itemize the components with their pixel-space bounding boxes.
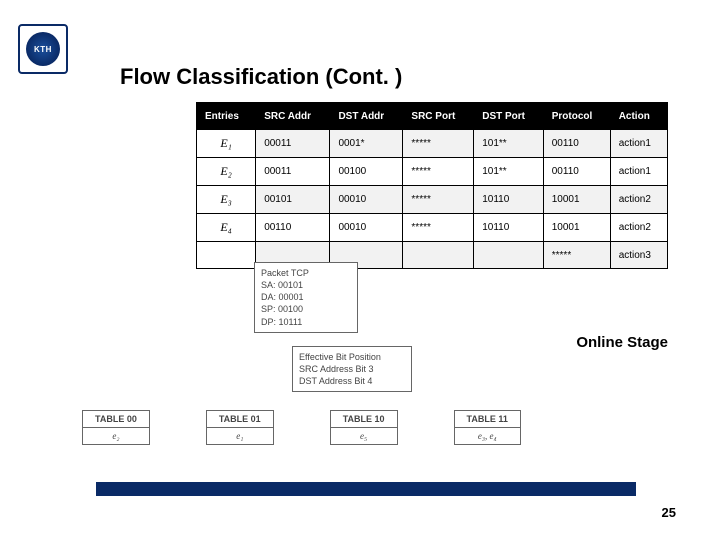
cell-src-port: ***** [403, 186, 474, 214]
mini-table-11: TABLE 11 e₃, e₄ [454, 410, 521, 445]
cell-src-addr: 00101 [256, 186, 330, 214]
col-protocol: Protocol [543, 103, 610, 130]
cell-dst-addr: 00010 [330, 214, 403, 242]
cell-entry: E₁ [197, 130, 256, 158]
cell-dst-port: 101** [474, 130, 544, 158]
cell-src-port: ***** [403, 158, 474, 186]
effective-bit-box: Effective Bit Position SRC Address Bit 3… [292, 346, 412, 392]
cell-src-port [403, 242, 474, 269]
col-src-port: SRC Port [403, 103, 474, 130]
page-number: 25 [662, 505, 676, 520]
cell-dst-addr: 00100 [330, 158, 403, 186]
col-src-addr: SRC Addr [256, 103, 330, 130]
cell-protocol: 00110 [543, 158, 610, 186]
cell-protocol: 10001 [543, 186, 610, 214]
rules-header-row: Entries SRC Addr DST Addr SRC Port DST P… [197, 103, 668, 130]
cell-src-addr: 00011 [256, 130, 330, 158]
mini-table-body: e₃, e₄ [455, 428, 520, 444]
packet-line: SP: 00100 [261, 303, 351, 315]
mini-table-head: TABLE 01 [207, 411, 273, 428]
cell-protocol: 10001 [543, 214, 610, 242]
eff-line: DST Address Bit 4 [299, 375, 405, 387]
cell-dst-port: 10110 [474, 214, 544, 242]
cell-src-port: ***** [403, 130, 474, 158]
cell-action: action2 [610, 214, 667, 242]
table-row: E₁ 00011 0001* ***** 101** 00110 action1 [197, 130, 668, 158]
cell-dst-addr: 00010 [330, 186, 403, 214]
mini-table-01: TABLE 01 e₁ [206, 410, 274, 445]
cell-entry [197, 242, 256, 269]
cell-dst-port [474, 242, 544, 269]
eff-title: Effective Bit Position [299, 351, 405, 363]
eff-line: SRC Address Bit 3 [299, 363, 405, 375]
cell-entry: E₂ [197, 158, 256, 186]
cell-protocol: 00110 [543, 130, 610, 158]
col-entries: Entries [197, 103, 256, 130]
mini-table-10: TABLE 10 e₅ [330, 410, 398, 445]
cell-src-addr: 00011 [256, 158, 330, 186]
col-dst-addr: DST Addr [330, 103, 403, 130]
cell-dst-port: 101** [474, 158, 544, 186]
mini-table-head: TABLE 10 [331, 411, 397, 428]
mini-table-body: e₂ [83, 428, 149, 444]
online-stage-label: Online Stage [576, 334, 668, 351]
cell-src-port: ***** [403, 214, 474, 242]
cell-action: action1 [610, 158, 667, 186]
cell-entry: E₃ [197, 186, 256, 214]
col-action: Action [610, 103, 667, 130]
packet-title: Packet TCP [261, 267, 351, 279]
table-row: E₃ 00101 00010 ***** 10110 10001 action2 [197, 186, 668, 214]
table-row: E₂ 00011 00100 ***** 101** 00110 action1 [197, 158, 668, 186]
rules-table-wrap: Entries SRC Addr DST Addr SRC Port DST P… [196, 102, 668, 269]
kth-logo-text: KTH [26, 32, 60, 66]
rules-table: Entries SRC Addr DST Addr SRC Port DST P… [196, 102, 668, 269]
kth-logo: KTH [18, 24, 68, 74]
slide-title: Flow Classification (Cont. ) [120, 64, 402, 90]
packet-line: DA: 00001 [261, 291, 351, 303]
cell-action: action1 [610, 130, 667, 158]
packet-line: DP: 10111 [261, 316, 351, 328]
mini-tables-row: TABLE 00 e₂ TABLE 01 e₁ TABLE 10 e₅ TABL… [82, 410, 521, 445]
mini-table-head: TABLE 11 [455, 411, 520, 428]
cell-protocol: ***** [543, 242, 610, 269]
cell-dst-addr: 0001* [330, 130, 403, 158]
cell-dst-port: 10110 [474, 186, 544, 214]
packet-box: Packet TCP SA: 00101 DA: 00001 SP: 00100… [254, 262, 358, 333]
cell-action: action2 [610, 186, 667, 214]
cell-entry: E₄ [197, 214, 256, 242]
cell-src-addr: 00110 [256, 214, 330, 242]
mini-table-00: TABLE 00 e₂ [82, 410, 150, 445]
packet-line: SA: 00101 [261, 279, 351, 291]
footer-bar [96, 482, 636, 496]
col-dst-port: DST Port [474, 103, 544, 130]
mini-table-head: TABLE 00 [83, 411, 149, 428]
mini-table-body: e₅ [331, 428, 397, 444]
cell-action: action3 [610, 242, 667, 269]
mini-table-body: e₁ [207, 428, 273, 444]
table-row: E₄ 00110 00010 ***** 10110 10001 action2 [197, 214, 668, 242]
